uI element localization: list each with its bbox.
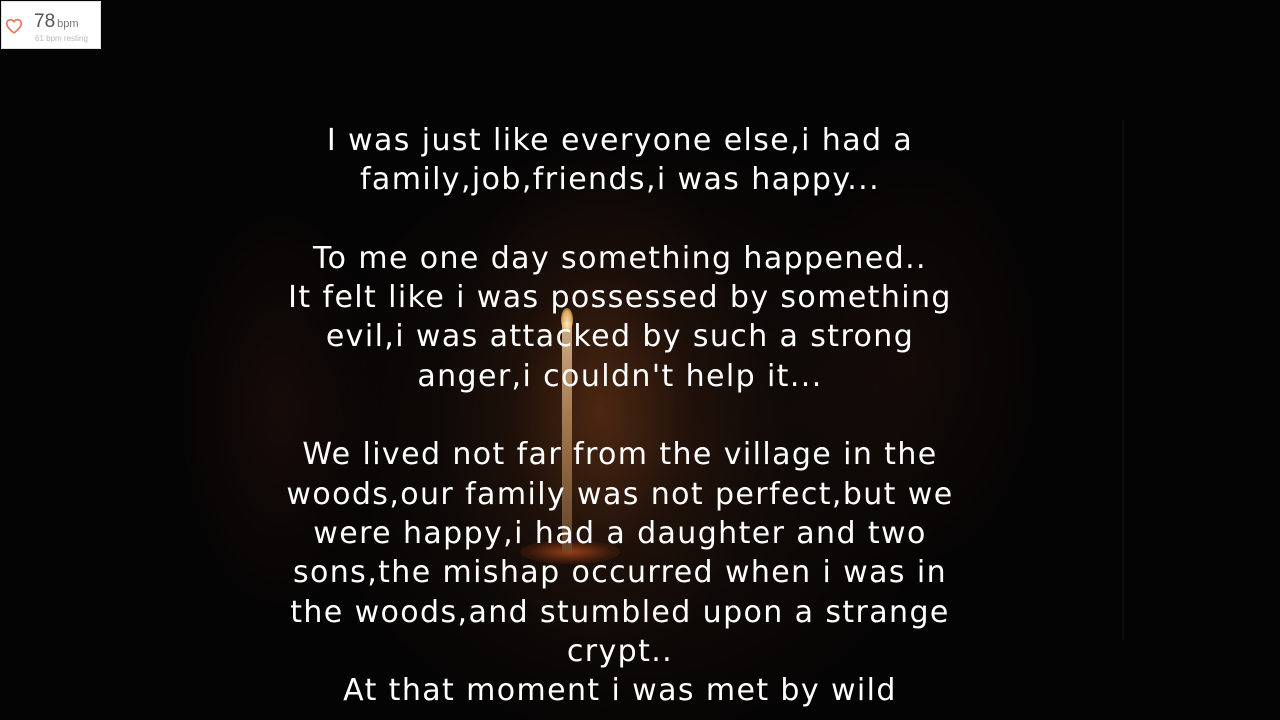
- heart-rate-unit: bpm: [57, 18, 79, 30]
- heart-rate-number: 78: [34, 11, 56, 32]
- story-line: crypt..: [566, 633, 674, 669]
- heart-rate-resting: 61 bpm resting: [35, 34, 88, 43]
- heart-rate-value: 78 bpm: [34, 11, 79, 35]
- story-line: sons,the mishap occurred when i was in: [292, 555, 948, 591]
- screen-edge-line: [1122, 120, 1124, 640]
- story-line: It felt like i was possessed by somethin…: [288, 280, 952, 316]
- heart-outline-icon: [5, 18, 23, 34]
- story-line: were happy,i had a daughter and two: [313, 515, 927, 551]
- story-line: To me one day something happened..: [313, 240, 927, 276]
- story-line: I was just like everyone else,i had a: [326, 123, 914, 158]
- story-text: I was just like everyone else,i had a fa…: [240, 121, 1000, 710]
- story-line: We lived not far from the village in the: [302, 437, 938, 473]
- story-line: the woods,and stumbled upon a strange: [290, 594, 950, 630]
- story-line: anger,i couldn't help it...: [417, 358, 823, 394]
- game-scene: 78 bpm 61 bpm resting I was just like eve…: [0, 0, 1280, 720]
- heart-rate-widget: 78 bpm 61 bpm resting: [1, 1, 101, 49]
- story-line: family,job,friends,i was happy...: [359, 162, 881, 198]
- story-line: At that moment i was met by wild: [343, 673, 897, 709]
- story-line: woods,our family was not perfect,but we: [286, 476, 954, 512]
- story-line: evil,i was attacked by such a strong: [325, 319, 915, 355]
